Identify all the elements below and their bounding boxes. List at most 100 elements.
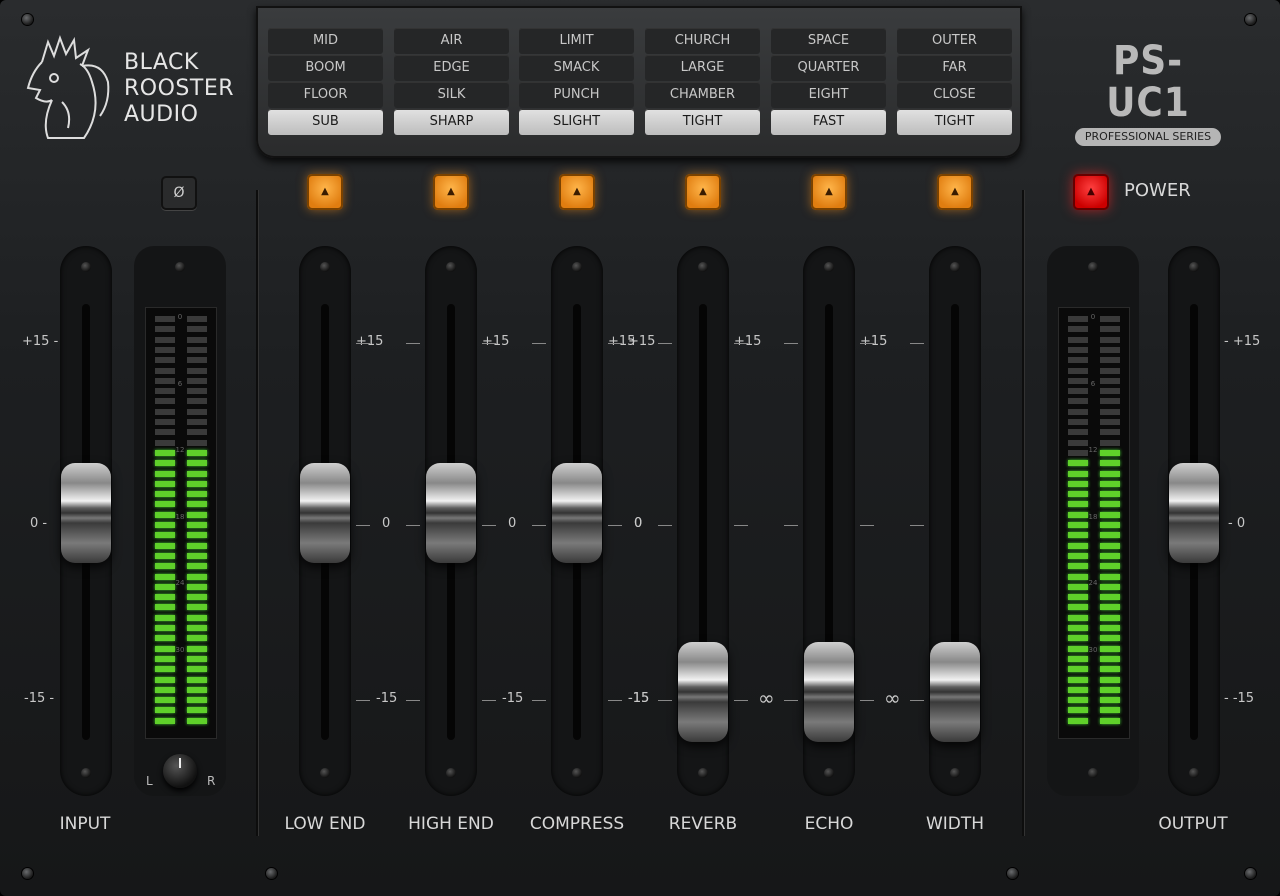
preset-option[interactable]: LARGE <box>645 55 760 81</box>
channel-4-fader[interactable] <box>804 642 854 742</box>
preset-option[interactable]: SHARP <box>394 109 509 135</box>
up-arrow-icon: ▲ <box>321 186 329 197</box>
scale-tick <box>406 343 420 344</box>
preset-option[interactable]: SILK <box>394 82 509 108</box>
preset-option[interactable]: FAST <box>771 109 886 135</box>
channel-3-fader[interactable] <box>678 642 728 742</box>
preset-option[interactable]: OUTER <box>897 28 1012 54</box>
preset-option[interactable]: BOOM <box>268 55 383 81</box>
preset-option[interactable]: CLOSE <box>897 82 1012 108</box>
meter-segment <box>155 346 175 353</box>
scale-label: - -15 <box>1224 691 1255 706</box>
meter-segment <box>1100 655 1120 662</box>
preset-option[interactable]: SUB <box>268 109 383 135</box>
preset-option[interactable]: EIGHT <box>771 82 886 108</box>
scale-tick <box>356 343 370 344</box>
channel-toggle-button[interactable]: ▲ <box>433 174 469 210</box>
scale-tick <box>734 525 748 526</box>
preset-option[interactable]: FLOOR <box>268 82 383 108</box>
preset-option[interactable]: MID <box>268 28 383 54</box>
preset-option[interactable]: CHURCH <box>645 28 760 54</box>
preset-option[interactable]: SPACE <box>771 28 886 54</box>
meter-segment <box>187 666 207 673</box>
channel-1-fader[interactable] <box>426 463 476 563</box>
meter-tick-label: 18 <box>175 512 185 521</box>
preset-option[interactable]: EDGE <box>394 55 509 81</box>
meter-segment <box>155 563 175 570</box>
pan-left-label: L <box>146 774 153 788</box>
preset-column: LIMIT SMACK PUNCH SLIGHT <box>519 28 634 136</box>
meter-segment <box>155 336 175 343</box>
preset-option[interactable]: TIGHT <box>645 109 760 135</box>
screw <box>950 262 960 272</box>
screw <box>572 262 582 272</box>
meter-segment <box>187 522 207 528</box>
scale-tick <box>658 525 672 526</box>
preset-option[interactable]: CHAMBER <box>645 82 760 108</box>
input-fader[interactable] <box>61 463 111 563</box>
meter-segment <box>187 542 207 549</box>
power-button[interactable]: ▲ <box>1073 174 1109 210</box>
preset-option[interactable]: FAR <box>897 55 1012 81</box>
meter-segment <box>155 398 175 405</box>
scale-label: - 0 <box>1228 516 1246 531</box>
meter-segment <box>187 604 207 611</box>
preset-option[interactable]: SLIGHT <box>519 109 634 135</box>
preset-option[interactable]: SMACK <box>519 55 634 81</box>
channel-label: WIDTH <box>925 814 985 834</box>
scale-tick <box>406 525 420 526</box>
meter-segment <box>1068 563 1088 570</box>
scale-tick <box>532 700 546 701</box>
channel-5-fader[interactable] <box>930 642 980 742</box>
preset-column: AIR EDGE SILK SHARP <box>394 28 509 136</box>
meter-segment <box>1100 666 1120 673</box>
meter-segment <box>187 336 207 343</box>
output-fader[interactable] <box>1169 463 1219 563</box>
channel-toggle-button[interactable]: ▲ <box>307 174 343 210</box>
preset-option[interactable]: TIGHT <box>897 109 1012 135</box>
meter-segment <box>187 563 207 570</box>
preset-option[interactable]: PUNCH <box>519 82 634 108</box>
channel-2-fader[interactable] <box>552 463 602 563</box>
scale-tick <box>910 525 924 526</box>
meter-segment <box>1068 614 1088 621</box>
preset-option[interactable]: AIR <box>394 28 509 54</box>
scale-tick <box>910 343 924 344</box>
screw <box>1245 14 1256 25</box>
meter-segment <box>1068 604 1088 611</box>
meter-segment <box>1100 563 1120 570</box>
meter-segment <box>155 532 175 539</box>
meter-segment <box>1100 346 1120 353</box>
screw <box>320 262 330 272</box>
meter-segment <box>187 326 207 333</box>
power-icon: ▲ <box>1087 186 1095 197</box>
scale-tick <box>608 700 622 701</box>
screw <box>266 868 277 879</box>
preset-option[interactable]: QUARTER <box>771 55 886 81</box>
preset-option[interactable]: LIMIT <box>519 28 634 54</box>
meter-segment <box>1100 460 1120 467</box>
up-arrow-icon: ▲ <box>825 186 833 197</box>
preset-column: CHURCH LARGE CHAMBER TIGHT <box>645 28 760 136</box>
meter-segment <box>1068 326 1088 333</box>
meter-segment <box>187 655 207 662</box>
meter-segment <box>155 614 175 621</box>
scale-tick <box>356 525 370 526</box>
channel-toggle-button[interactable]: ▲ <box>937 174 973 210</box>
scale-tick <box>532 343 546 344</box>
channel-toggle-button[interactable]: ▲ <box>559 174 595 210</box>
up-arrow-icon: ▲ <box>951 186 959 197</box>
meter-segment <box>1068 491 1088 498</box>
channel-0-fader[interactable] <box>300 463 350 563</box>
meter-segment <box>1100 604 1120 611</box>
phase-invert-button[interactable]: Ø <box>161 176 197 210</box>
meter-segment <box>155 594 175 601</box>
power-label: POWER <box>1124 180 1191 201</box>
pan-knob[interactable] <box>163 754 197 788</box>
channel-toggle-button[interactable]: ▲ <box>685 174 721 210</box>
screw <box>175 262 185 272</box>
channel-label-output: OUTPUT <box>1158 814 1228 834</box>
channel-toggle-button[interactable]: ▲ <box>811 174 847 210</box>
meter-segment <box>187 388 207 395</box>
meter-segment <box>187 460 207 467</box>
